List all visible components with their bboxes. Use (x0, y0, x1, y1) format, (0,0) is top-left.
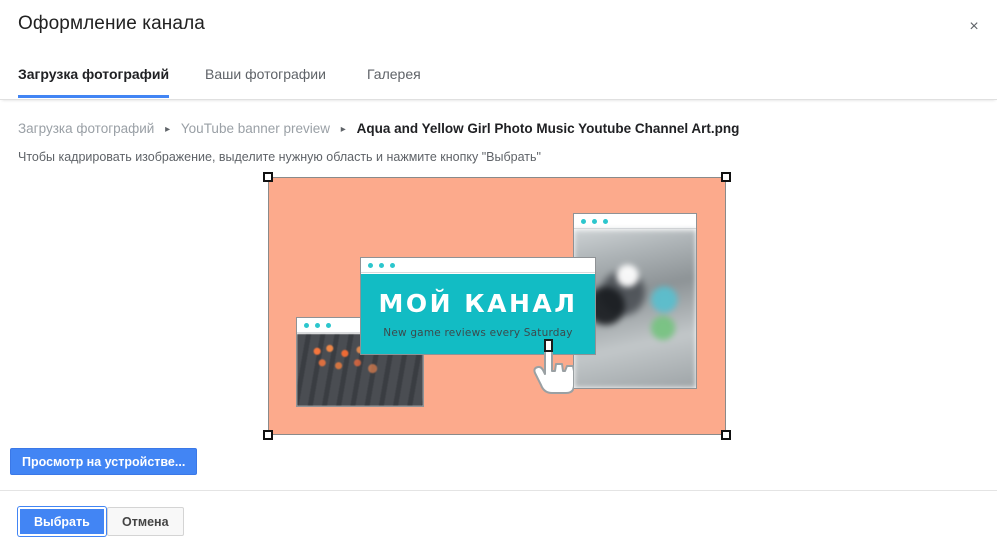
tab-upload-photos[interactable]: Загрузка фотографий (18, 66, 170, 98)
image-preview-stage: Мой канал New game reviews every Saturda… (0, 168, 997, 448)
breadcrumb-item-file: Aqua and Yellow Girl Photo Music Youtube… (356, 121, 740, 136)
close-icon[interactable]: × (961, 14, 987, 40)
crop-instruction-text: Чтобы кадрировать изображение, выделите … (18, 150, 541, 164)
breadcrumb-item-preview[interactable]: YouTube banner preview (181, 121, 330, 136)
window-dot-icon (592, 218, 597, 224)
window-dot-icon (603, 218, 608, 224)
window-dot-icon (390, 262, 395, 268)
channel-art-dialog: Оформление канала × Загрузка фотографий … (0, 0, 997, 553)
tab-gallery[interactable]: Галерея (367, 66, 421, 98)
window-dot-icon (368, 262, 373, 268)
window-title-bar (361, 258, 595, 273)
window-dot-icon (315, 322, 320, 328)
device-preview-button[interactable]: Просмотр на устройстве... (10, 448, 198, 475)
window-dot-icon (326, 322, 331, 328)
crop-handle-bottom-right[interactable] (721, 430, 731, 440)
breadcrumb: Загрузка фотографий ▸ YouTube banner pre… (18, 121, 739, 136)
breadcrumb-separator-icon: ▸ (340, 124, 346, 135)
window-title-bar (574, 214, 696, 229)
dialog-header: Оформление канала × (0, 0, 997, 52)
window-dot-icon (379, 262, 384, 268)
tab-your-photos[interactable]: Ваши фотографии (205, 66, 326, 98)
window-dot-icon (304, 322, 309, 328)
banner-artwork: Мой канал New game reviews every Saturda… (268, 177, 726, 435)
crop-handle-bottom-left[interactable] (263, 430, 273, 440)
confirm-button[interactable]: Выбрать (18, 507, 106, 536)
breadcrumb-separator-icon: ▸ (165, 124, 171, 135)
tab-bar: Загрузка фотографий Ваши фотографии Гале… (0, 55, 997, 100)
cancel-button[interactable]: Отмена (107, 507, 184, 536)
breadcrumb-item-upload[interactable]: Загрузка фотографий (18, 121, 154, 136)
crop-handle-top-right[interactable] (721, 172, 731, 182)
crop-handle-top-left[interactable] (263, 172, 273, 182)
crop-selection[interactable]: Мой канал New game reviews every Saturda… (263, 172, 731, 440)
banner-title: Мой канал (378, 289, 578, 318)
page-title: Оформление канала (18, 13, 205, 34)
pointing-hand-icon (533, 339, 574, 394)
window-dot-icon (581, 218, 586, 224)
banner-subtitle: New game reviews every Saturday (383, 327, 573, 339)
dialog-footer: Выбрать Отмена (0, 491, 997, 553)
